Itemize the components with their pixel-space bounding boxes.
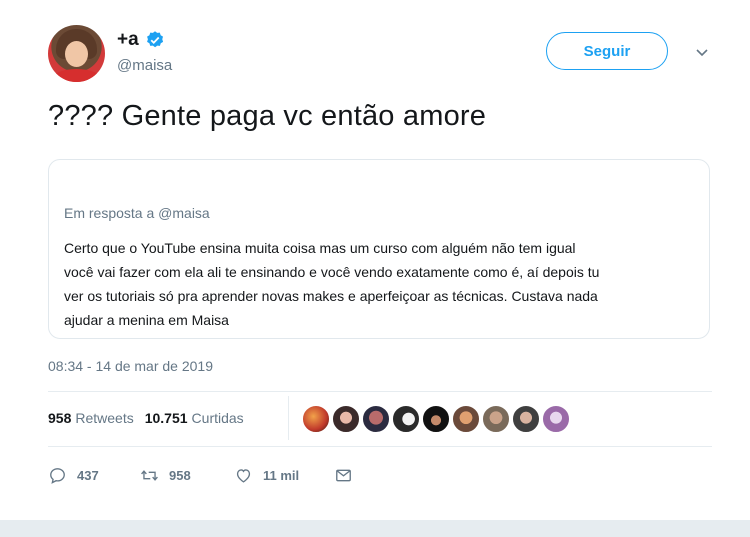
liker-avatar[interactable]	[392, 405, 420, 433]
quoted-text-line: ver os tutoriais só pra aprender novas m…	[64, 288, 598, 304]
retweet-action[interactable]: 958	[140, 466, 234, 485]
liker-avatar[interactable]	[362, 405, 390, 433]
handle[interactable]: @maisa	[117, 57, 172, 74]
retweets-label[interactable]: Retweets	[75, 410, 133, 426]
quoted-text-line: ajudar a menina em Maisa	[64, 312, 229, 328]
liker-avatar[interactable]	[302, 405, 330, 433]
quoted-text: Certo que o YouTube ensina muita coisa m…	[64, 236, 704, 332]
engagement-stats: 958 Retweets 10.751 Curtidas	[48, 410, 244, 426]
liker-avatar[interactable]	[512, 405, 540, 433]
retweet-count: 958	[169, 468, 191, 483]
direct-message-icon[interactable]	[334, 466, 353, 485]
display-name-row[interactable]: +a	[117, 29, 165, 51]
liker-avatar[interactable]	[332, 405, 360, 433]
liker-avatar[interactable]	[542, 405, 570, 433]
likes-label[interactable]: Curtidas	[192, 410, 244, 426]
likers-avatars	[302, 405, 572, 433]
liker-avatar[interactable]	[482, 405, 510, 433]
page-background-strip	[0, 520, 750, 537]
display-name[interactable]: +a	[117, 29, 139, 51]
action-bar: 437 958 11 mil	[48, 466, 363, 485]
divider	[48, 391, 712, 392]
follow-button[interactable]: Seguir	[546, 32, 668, 70]
tweet-text: ???? Gente paga vc então amore	[48, 100, 487, 132]
timestamp[interactable]: 08:34 - 14 de mar de 2019	[48, 358, 213, 374]
chevron-down-icon[interactable]	[694, 44, 710, 60]
tweet-card: +a @maisa Seguir ???? Gente paga vc entã…	[0, 0, 750, 520]
direct-message-action[interactable]	[334, 466, 363, 485]
divider	[288, 396, 289, 440]
retweet-icon[interactable]	[140, 466, 159, 485]
reply-to-line: Em resposta a @maisa	[64, 205, 210, 221]
avatar[interactable]	[48, 25, 105, 82]
reply-icon[interactable]	[48, 466, 67, 485]
reply-count: 437	[77, 468, 99, 483]
avatar-shirt	[52, 69, 101, 82]
liker-avatar[interactable]	[452, 405, 480, 433]
divider	[48, 446, 712, 447]
likes-count[interactable]: 10.751	[145, 410, 188, 426]
like-action[interactable]: 11 mil	[234, 466, 334, 485]
verified-badge-icon	[146, 31, 163, 48]
reply-prefix: Em resposta a	[64, 205, 155, 221]
liker-avatar[interactable]	[422, 405, 450, 433]
reply-mention-link[interactable]: @maisa	[158, 205, 210, 221]
like-count: 11 mil	[263, 468, 300, 483]
retweets-count[interactable]: 958	[48, 410, 71, 426]
reply-action[interactable]: 437	[48, 466, 140, 485]
heart-icon[interactable]	[234, 466, 253, 485]
avatar-face	[65, 41, 88, 67]
quoted-text-line: Certo que o YouTube ensina muita coisa m…	[64, 240, 576, 256]
quoted-text-line: você vai fazer com ela ali te ensinando …	[64, 264, 600, 280]
